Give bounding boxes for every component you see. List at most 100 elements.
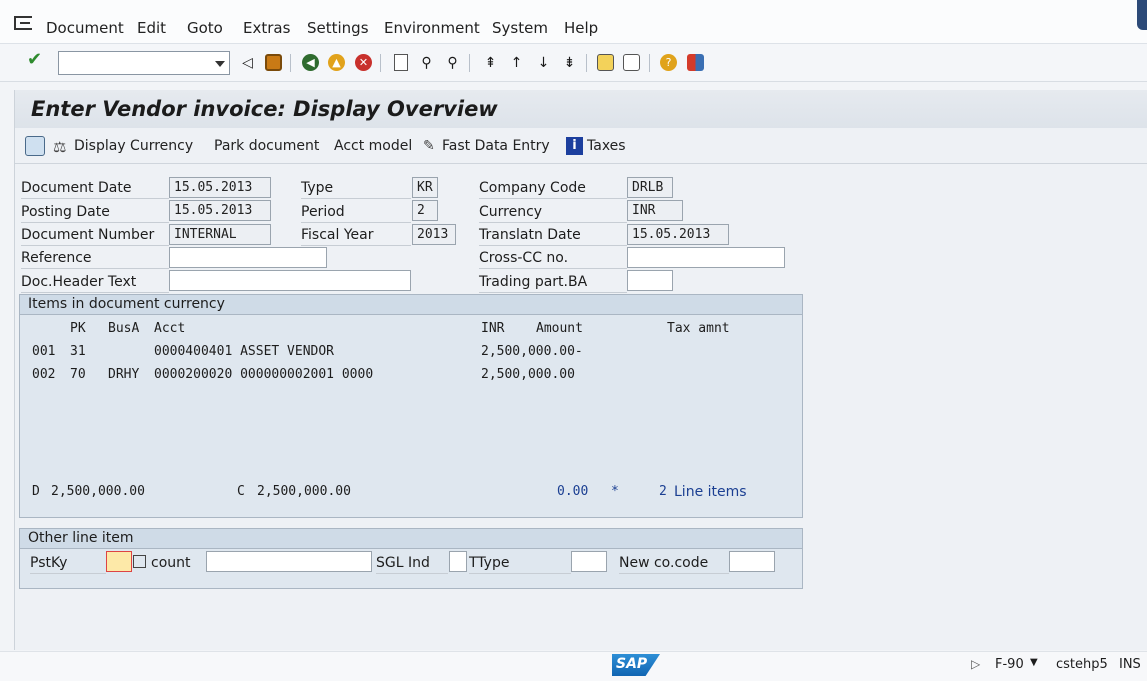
- reference-field[interactable]: [169, 247, 327, 268]
- page-title: Enter Vendor invoice: Display Overview: [31, 97, 498, 121]
- row-acct: 0000400401 ASSET VENDOR: [154, 344, 335, 359]
- menu-extras[interactable]: Extras: [243, 19, 290, 37]
- cross-cc-label: Cross-CC no.: [479, 250, 569, 266]
- find-next-icon[interactable]: ⚲: [443, 53, 462, 72]
- pstky-field[interactable]: [106, 551, 132, 572]
- menu-help[interactable]: Help: [564, 19, 598, 37]
- company-code-field[interactable]: DRLB: [627, 177, 673, 198]
- first-page-icon[interactable]: ⇞: [481, 53, 500, 72]
- document-date-label: Document Date: [21, 180, 132, 196]
- col-busa: BusA: [108, 321, 140, 336]
- exit-icon[interactable]: ▲: [327, 53, 346, 72]
- f4-help-icon[interactable]: [133, 555, 146, 568]
- ttype-field[interactable]: [571, 551, 607, 572]
- transaction-code[interactable]: F-90: [995, 657, 1024, 672]
- menu-edit[interactable]: Edit: [137, 19, 166, 37]
- chevron-down-icon[interactable]: [215, 61, 225, 67]
- translatn-date-label: Translatn Date: [479, 227, 581, 243]
- balance-value: 0.00: [557, 484, 589, 499]
- currency-field[interactable]: INR: [627, 200, 683, 221]
- new-session-icon[interactable]: [596, 53, 615, 72]
- status-play-icon[interactable]: ▷: [971, 657, 980, 671]
- posting-date-label: Posting Date: [21, 204, 110, 220]
- row-busa: DRHY: [108, 367, 140, 382]
- document-number-label: Document Number: [21, 227, 155, 243]
- print-icon[interactable]: [391, 53, 410, 72]
- ttype-label: TType: [469, 555, 510, 571]
- fast-data-entry-button[interactable]: Fast Data Entry: [442, 138, 550, 154]
- row-pk: 31: [70, 344, 86, 359]
- account-label: count: [151, 555, 191, 571]
- type-label: Type: [301, 180, 334, 196]
- document-date-field[interactable]: 15.05.2013: [169, 177, 271, 198]
- doc-header-text-field[interactable]: [169, 270, 411, 291]
- row-pk: 70: [70, 367, 86, 382]
- menu-exit-icon[interactable]: [14, 16, 32, 30]
- sgl-ind-field[interactable]: [449, 551, 467, 572]
- title-bar: Enter Vendor invoice: Display Overview: [15, 90, 1147, 128]
- main-window: Enter Vendor invoice: Display Overview ⚖…: [14, 90, 1147, 650]
- acct-model-button[interactable]: Acct model: [334, 138, 412, 154]
- other-line-item-panel: Other line item PstKy count SGL Ind TTyp…: [19, 528, 803, 589]
- shortcut-icon[interactable]: [622, 53, 641, 72]
- insert-mode[interactable]: INS: [1119, 657, 1141, 672]
- menu-document[interactable]: Document: [46, 19, 124, 37]
- taxes-button[interactable]: Taxes: [587, 138, 626, 154]
- display-change-icon[interactable]: [25, 136, 45, 156]
- command-field[interactable]: [58, 51, 230, 75]
- line-count: 2: [659, 484, 667, 499]
- credit-marker: C: [237, 484, 245, 499]
- menu-system[interactable]: System: [492, 19, 548, 37]
- menu-goto[interactable]: Goto: [187, 19, 223, 37]
- pstky-label: PstKy: [30, 555, 68, 571]
- balance-flag: *: [611, 484, 619, 499]
- account-field[interactable]: [206, 551, 372, 572]
- posting-date-field[interactable]: 15.05.2013: [169, 200, 271, 221]
- cancel-icon[interactable]: ✕: [354, 53, 373, 72]
- items-panel-title: Items in document currency: [20, 295, 802, 315]
- last-page-icon[interactable]: ⇟: [560, 53, 579, 72]
- reference-label: Reference: [21, 250, 92, 266]
- back-icon[interactable]: ◁: [238, 53, 257, 72]
- col-acct: Acct: [154, 321, 186, 336]
- row-amount: 2,500,000.00: [481, 367, 575, 382]
- row-no: 001: [32, 344, 56, 359]
- row-no: 002: [32, 367, 56, 382]
- cross-cc-field[interactable]: [627, 247, 785, 268]
- save-icon[interactable]: [264, 53, 283, 72]
- col-inr: INR: [481, 321, 505, 336]
- layout-icon[interactable]: [686, 53, 705, 72]
- type-field[interactable]: KR: [412, 177, 438, 198]
- currency-label: Currency: [479, 204, 543, 220]
- col-amount: Amount: [536, 321, 583, 336]
- menu-environment[interactable]: Environment: [384, 19, 480, 37]
- trading-part-label: Trading part.BA: [479, 274, 588, 290]
- fiscal-year-label: Fiscal Year: [301, 227, 374, 243]
- period-field[interactable]: 2: [412, 200, 438, 221]
- fiscal-year-field[interactable]: 2013: [412, 224, 456, 245]
- menu-settings[interactable]: Settings: [307, 19, 369, 37]
- debit-total: 2,500,000.00: [51, 484, 145, 499]
- document-number-field[interactable]: INTERNAL: [169, 224, 271, 245]
- prev-page-icon[interactable]: ↑: [507, 53, 526, 72]
- park-document-button[interactable]: Park document: [214, 138, 319, 154]
- back-green-icon[interactable]: ◀: [301, 53, 320, 72]
- help-icon[interactable]: ?: [659, 53, 678, 72]
- new-cocode-label: New co.code: [619, 555, 709, 571]
- command-input[interactable]: [59, 52, 209, 74]
- sgl-ind-label: SGL Ind: [376, 555, 430, 571]
- next-page-icon[interactable]: ↓: [534, 53, 553, 72]
- col-tax: Tax amnt: [667, 321, 730, 336]
- display-currency-button[interactable]: Display Currency: [74, 138, 193, 154]
- new-cocode-field[interactable]: [729, 551, 775, 572]
- translatn-date-field[interactable]: 15.05.2013: [627, 224, 729, 245]
- trading-part-field[interactable]: [627, 270, 673, 291]
- transaction-dropdown-icon[interactable]: ▼: [1030, 657, 1038, 668]
- menu-bar: Document Edit Goto Extras Settings Envir…: [0, 0, 1147, 44]
- col-pk: PK: [70, 321, 86, 336]
- period-label: Period: [301, 204, 345, 220]
- row-acct: 0000200020 000000002001 0000: [154, 367, 374, 382]
- enter-icon[interactable]: ✔: [25, 49, 44, 70]
- find-icon[interactable]: ⚲: [417, 53, 436, 72]
- company-code-label: Company Code: [479, 180, 586, 196]
